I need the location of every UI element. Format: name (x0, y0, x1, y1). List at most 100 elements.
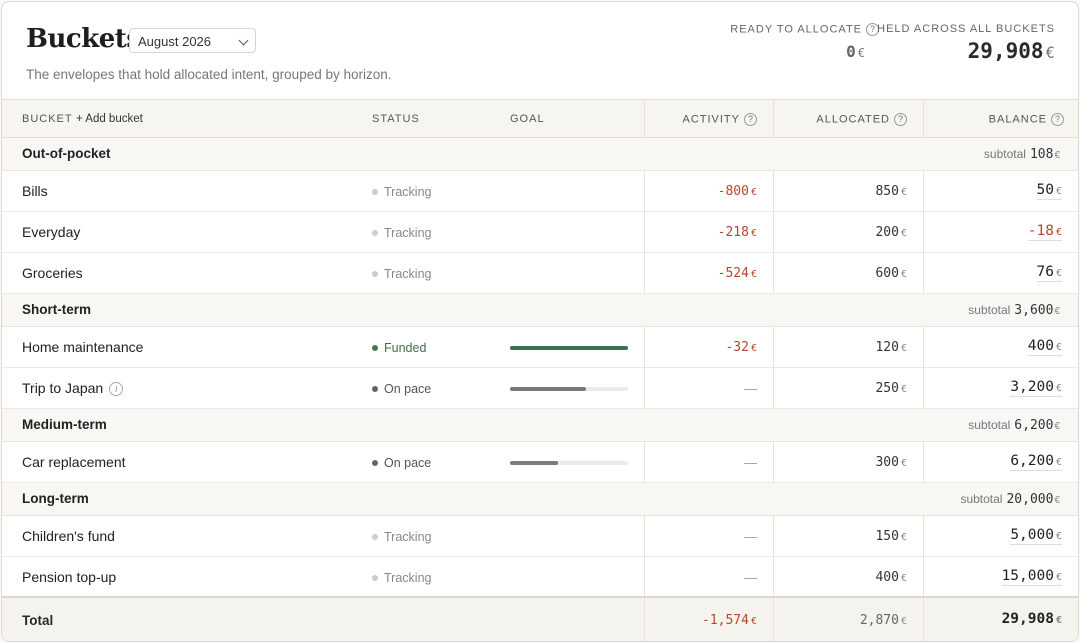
allocated-value[interactable]: 150 € (875, 529, 907, 544)
bucket-name[interactable]: Groceries (22, 265, 83, 281)
table-row[interactable]: Everyday Tracking -218 € 200 € -18 € (2, 212, 1078, 253)
allocated-value[interactable]: 200 € (875, 225, 907, 240)
allocated-value-cell: 600 € (773, 253, 923, 293)
balance-value: 50 € (1036, 182, 1062, 200)
col-allocated-label: ALLOCATED (816, 113, 890, 126)
activity-value-cell: — (644, 442, 773, 482)
group-header: Medium-term subtotal 6,200€ (2, 409, 1078, 442)
group-subtotal: subtotal 108€ (983, 147, 1060, 162)
group-name: Short-term (22, 302, 92, 317)
help-icon[interactable]: ? (1051, 113, 1064, 126)
status-dot-icon (372, 534, 378, 540)
status-badge: On pace (372, 456, 431, 470)
bucket-name[interactable]: Everyday (22, 224, 80, 240)
balance-value-cell: 50 € (923, 171, 1078, 211)
group-header: Out-of-pocket subtotal 108€ (2, 138, 1078, 171)
activity-value: — (744, 529, 757, 544)
balance-value: 76 € (1036, 264, 1062, 282)
activity-value-cell: -800 € (644, 171, 773, 211)
group-header: Short-term subtotal 3,600€ (2, 294, 1078, 327)
balance-value-cell: 3,200 € (923, 368, 1078, 408)
activity-value: — (744, 570, 757, 585)
bucket-name[interactable]: Children's fund (22, 528, 115, 544)
help-icon[interactable]: ? (744, 113, 757, 126)
balance-value-cell: 15,000 € (923, 557, 1078, 596)
group-name: Long-term (22, 491, 89, 506)
help-icon[interactable]: ? (894, 113, 907, 126)
goal-progress-bar (510, 387, 628, 391)
col-activity: ACTIVITY? (644, 100, 773, 139)
currency-symbol: € (1045, 43, 1055, 62)
table-row[interactable]: Bills Tracking -800 € 850 € 50 € (2, 171, 1078, 212)
table-row[interactable]: Children's fund Tracking — 150 € 5,000 € (2, 516, 1078, 557)
balance-value-cell: 400 € (923, 327, 1078, 367)
balance-value: 400 € (1027, 338, 1062, 356)
bucket-name[interactable]: Bills (22, 183, 48, 199)
table-body: Out-of-pocket subtotal 108€ Bills Tracking -8… (2, 138, 1078, 598)
total-label: Total (22, 613, 54, 628)
add-bucket-button[interactable]: + Add bucket (76, 113, 143, 125)
table-row[interactable]: Groceries Tracking -524 € 600 € 76 € (2, 253, 1078, 294)
col-allocated: ALLOCATED? (773, 100, 923, 139)
total-balance: 29,908 € (1001, 611, 1062, 627)
total-balance-cell: 29,908 € (923, 598, 1078, 641)
status-badge: Tracking (372, 185, 431, 199)
activity-value: -800 € (717, 184, 757, 199)
allocated-value-cell: 300 € (773, 442, 923, 482)
status-dot-icon (372, 271, 378, 277)
allocated-value[interactable]: 600 € (875, 266, 907, 281)
activity-value: — (744, 455, 757, 470)
buckets-table: BUCKET + Add bucket STATUS GOAL ACTIVITY… (2, 99, 1078, 641)
table-row[interactable]: Trip to Japan i On pace — 250 € 3,200 € (2, 368, 1078, 409)
total-row: Total -1,574 € 2,870 € 29,908 € (2, 598, 1078, 641)
balance-value: 5,000 € (1010, 527, 1062, 545)
activity-value-cell: — (644, 557, 773, 596)
col-bucket: BUCKET (22, 113, 73, 125)
total-activity: -1,574 € (702, 613, 757, 628)
balance-value-cell: 5,000 € (923, 516, 1078, 556)
activity-value: — (744, 381, 757, 396)
info-icon[interactable]: i (109, 382, 124, 396)
activity-value-cell: -32 € (644, 327, 773, 367)
month-select[interactable]: August 2026 (129, 28, 256, 53)
ready-value: 0 (846, 42, 856, 61)
table-row[interactable]: Car replacement On pace — 300 € 6,200 € (2, 442, 1078, 483)
goal-progress-fill (510, 346, 628, 350)
group-header: Long-term subtotal 20,000€ (2, 483, 1078, 516)
month-select-value: August 2026 (138, 34, 212, 49)
bucket-name[interactable]: Car replacement (22, 454, 126, 470)
balance-value: 15,000 € (1001, 568, 1062, 586)
allocated-value-cell: 150 € (773, 516, 923, 556)
activity-value: -524 € (717, 266, 757, 281)
status-dot-icon (372, 460, 378, 466)
col-balance: BALANCE? (923, 100, 1078, 139)
activity-value-cell: — (644, 368, 773, 408)
bucket-name[interactable]: Home maintenance (22, 339, 143, 355)
page-title: Buckets (26, 24, 141, 54)
allocated-value[interactable]: 850 € (875, 184, 907, 199)
table-header: BUCKET + Add bucket STATUS GOAL ACTIVITY… (2, 99, 1078, 139)
held-across-stat: HELD ACROSS ALL BUCKETS 29,908 € (877, 23, 1055, 63)
balance-value: 6,200 € (1010, 453, 1062, 471)
bucket-name[interactable]: Pension top-up (22, 569, 116, 585)
status-dot-icon (372, 575, 378, 581)
allocated-value[interactable]: 400 € (875, 570, 907, 585)
balance-value-cell: 76 € (923, 253, 1078, 293)
page-subtitle: The envelopes that hold allocated intent… (26, 67, 392, 82)
col-goal: GOAL (510, 113, 545, 125)
bucket-name[interactable]: Trip to Japan i (22, 380, 124, 396)
table-row[interactable]: Home maintenance Funded -32 € 120 € 400 € (2, 327, 1078, 368)
allocated-value[interactable]: 120 € (875, 340, 907, 355)
activity-value-cell: -524 € (644, 253, 773, 293)
allocated-value[interactable]: 300 € (875, 455, 907, 470)
goal-progress-bar (510, 461, 628, 465)
ready-to-allocate-stat: READY TO ALLOCATE? 0 € (730, 23, 879, 61)
group-subtotal: subtotal 20,000€ (960, 492, 1060, 507)
buckets-card: Buckets August 2026 The envelopes that h… (1, 1, 1079, 642)
table-row[interactable]: Pension top-up Tracking — 400 € 15,000 € (2, 557, 1078, 598)
status-badge: Tracking (372, 267, 431, 281)
balance-value-cell: 6,200 € (923, 442, 1078, 482)
allocated-value[interactable]: 250 € (875, 381, 907, 396)
currency-symbol: € (857, 46, 865, 60)
group-subtotal: subtotal 3,600€ (968, 303, 1060, 318)
